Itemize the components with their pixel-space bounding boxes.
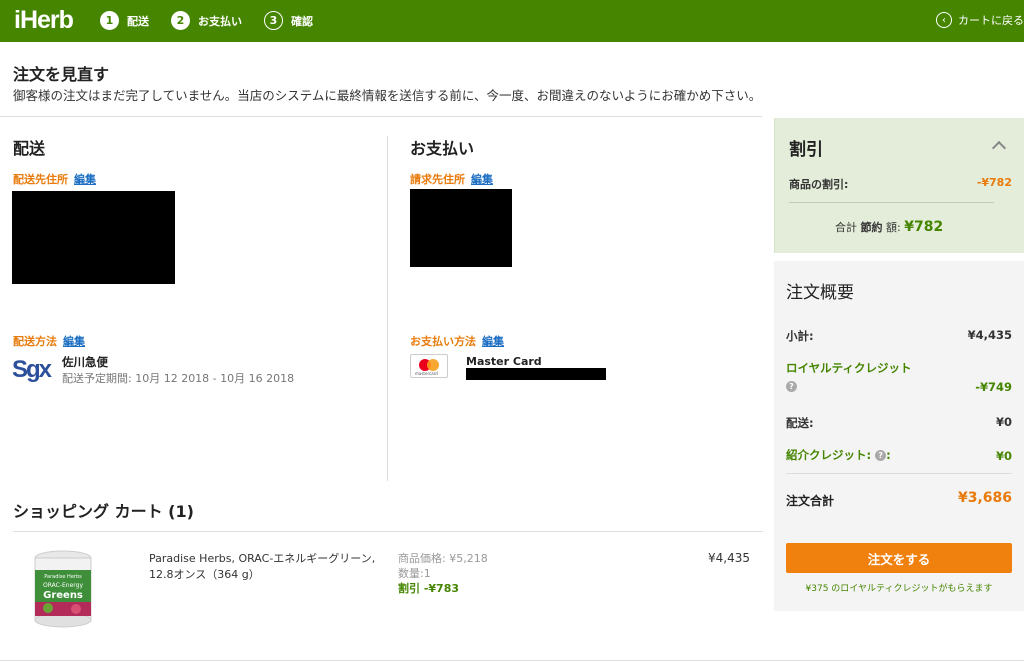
shipping-method-heading: 配送方法 編集: [13, 333, 85, 349]
referral-credit-label: 紹介クレジット: ?:: [786, 446, 946, 464]
grand-total-label: 注文合計: [786, 494, 835, 508]
shipping-cost-value: ¥0: [995, 415, 1012, 429]
order-summary-title: 注文概要: [786, 283, 854, 303]
item-discount: 割引 -¥783: [398, 582, 460, 595]
discount-title: 割引: [789, 140, 823, 160]
total-savings-value: ¥782: [904, 219, 944, 235]
card-name: Master Card: [466, 355, 542, 368]
back-to-cart-label: カートに戻る: [958, 14, 1024, 27]
total-savings-suffix: 額:: [886, 221, 901, 234]
unit-price: 商品価格: ¥5,218: [398, 552, 488, 565]
top-navigation-bar: iHerb 1 配送 2 お支払い 3 確認 ‹ カートに戻る: [0, 0, 1024, 42]
column-divider: [387, 136, 388, 481]
review-notice: 御客様の注文はまだ完了していません。当店のシステムに最終情報を送信する前に、今一…: [13, 88, 762, 103]
edit-shipping-method-link[interactable]: 編集: [63, 335, 85, 348]
sgx-carrier-logo: Sgx: [12, 356, 52, 383]
label-line-2: Greens: [43, 590, 83, 601]
payment-section-title: お支払い: [410, 139, 475, 158]
step-label: 確認: [291, 14, 313, 28]
edit-shipping-address-link[interactable]: 編集: [74, 173, 96, 186]
carrier-name: 佐川急便: [62, 355, 108, 369]
divider: [786, 473, 1012, 474]
referral-credit-suffix: :: [886, 448, 891, 462]
quantity: 数量:1: [398, 567, 431, 580]
back-to-cart-link[interactable]: ‹ カートに戻る: [936, 12, 1024, 28]
edit-billing-address-link[interactable]: 編集: [471, 173, 493, 186]
loyalty-credit-label: ロイヤルティクレジット ?: [786, 359, 926, 395]
discount-panel: 割引 商品の割引: -¥782 合計 節約 額: ¥782: [774, 118, 1024, 253]
step-number: 2: [171, 11, 190, 30]
step-number: 3: [264, 11, 283, 30]
mastercard-logo-text: mastercard: [415, 371, 438, 376]
divider: [13, 531, 763, 532]
shipping-address-heading: 配送先住所 編集: [13, 171, 96, 187]
billing-address-label: 請求先住所: [410, 173, 465, 186]
step-label: お支払い: [198, 14, 242, 28]
grand-total-value: ¥3,686: [957, 490, 1012, 506]
loyalty-credit-value: -¥749: [975, 380, 1012, 394]
iherb-logo[interactable]: iHerb: [14, 6, 74, 35]
total-savings-bold: 節約: [860, 221, 883, 234]
shopping-cart-title: ショッピング カート (1): [13, 502, 194, 521]
loyalty-credit-note: ¥375 のロイヤルティクレジットがもらえます: [805, 584, 993, 594]
step-shipping[interactable]: 1 配送: [100, 11, 149, 30]
step-number: 1: [100, 11, 119, 30]
product-discount-value: -¥782: [976, 176, 1012, 189]
subtotal-label: 小計:: [786, 329, 814, 343]
step-payment[interactable]: 2 お支払い: [171, 11, 242, 30]
help-icon[interactable]: ?: [875, 450, 887, 461]
product-name[interactable]: Paradise Herbs, ORAC-エネルギーグリーン, 12.8オンス（…: [149, 551, 379, 583]
step-label: 配送: [127, 14, 149, 28]
shipping-method-label: 配送方法: [13, 335, 57, 348]
payment-method-heading: お支払い方法 編集: [410, 333, 504, 349]
divider: [0, 116, 762, 117]
referral-credit-text: 紹介クレジット:: [786, 448, 872, 462]
payment-method-label: お支払い方法: [410, 335, 476, 348]
order-summary-panel: 注文概要 小計: ¥4,435 ロイヤルティクレジット ? -¥749 配送: …: [774, 261, 1024, 611]
redacted-card-number: [466, 368, 606, 380]
place-order-button[interactable]: 注文をする: [786, 543, 1012, 573]
loyalty-credit-text: ロイヤルティクレジット: [786, 361, 912, 375]
total-savings-prefix: 合計: [835, 221, 857, 234]
item-total: ¥4,435: [708, 551, 750, 565]
page-title: 注文を見直す: [13, 65, 110, 84]
total-savings: 合計 節約 額: ¥782: [835, 219, 943, 235]
shipping-cost-label: 配送:: [786, 416, 814, 430]
chevron-left-icon: ‹: [936, 12, 952, 28]
label-brand: Paradise Herbs: [44, 574, 82, 580]
label-line-1: ORAC-Energy: [43, 582, 83, 589]
billing-address-heading: 請求先住所 編集: [410, 171, 493, 187]
delivery-estimate: 配送予定期間: 10月 12 2018 - 10月 16 2018: [62, 372, 295, 385]
shipping-section-title: 配送: [13, 139, 46, 158]
subtotal-value: ¥4,435: [967, 328, 1012, 342]
divider: [0, 660, 1024, 661]
product-image[interactable]: Paradise Herbs ORAC-Energy Greens: [28, 548, 98, 630]
checkout-steps: 1 配送 2 お支払い 3 確認: [100, 11, 335, 30]
shipping-address-label: 配送先住所: [13, 173, 68, 186]
chevron-up-icon[interactable]: [991, 140, 1007, 156]
redacted-shipping-address: [12, 191, 175, 284]
edit-payment-method-link[interactable]: 編集: [482, 335, 504, 348]
step-confirm: 3 確認: [264, 11, 313, 30]
help-icon[interactable]: ?: [786, 381, 797, 392]
redacted-billing-address: [410, 189, 512, 267]
product-discount-label: 商品の割引:: [789, 178, 849, 191]
divider: [789, 202, 994, 203]
mastercard-icon: mastercard: [410, 354, 448, 378]
product-price-info: 商品価格: ¥5,218 数量:1 割引 -¥783: [398, 551, 488, 596]
referral-credit-value: ¥0: [995, 449, 1012, 463]
